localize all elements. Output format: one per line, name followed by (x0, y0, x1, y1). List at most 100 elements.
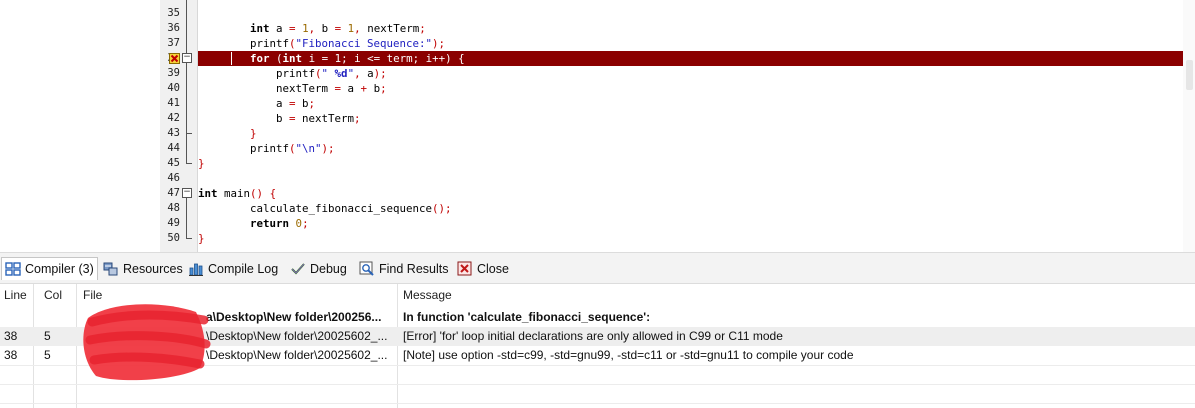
code-token: nextTerm (295, 112, 355, 125)
code-line[interactable]: a = b; (198, 96, 1195, 111)
tab-debug-label: Debug (310, 262, 347, 276)
cell-message: In function 'calculate_fibonacci_sequenc… (403, 310, 651, 324)
line-number: 45 (167, 157, 180, 169)
code-token: } (250, 127, 257, 140)
code-token: printf (198, 142, 290, 155)
code-token: b (295, 97, 309, 110)
tab-resources[interactable]: Resources (100, 258, 186, 280)
column-header-message[interactable]: Message (403, 284, 452, 306)
code-line[interactable]: } (198, 231, 1195, 246)
gutter-row[interactable]: 35 (160, 6, 197, 21)
code-token: { (269, 187, 277, 200)
gutter-row[interactable]: 44 (160, 141, 197, 156)
tab-find-results[interactable]: Find Results (356, 258, 451, 280)
line-number: 41 (167, 97, 180, 109)
tab-compile-log-label: Compile Log (208, 262, 279, 276)
code-line[interactable]: calculate_fibonacci_sequence(); (198, 201, 1195, 216)
code-token: ; (380, 82, 387, 95)
gutter-row[interactable]: 48 (160, 201, 197, 216)
cell-col: 5 (44, 348, 51, 362)
line-number-gutter[interactable]: 35363738394041424344454647484950−− (160, 0, 198, 252)
line-number: 44 (167, 142, 180, 154)
cell-file: \Desktop\New folder\20025602_... (206, 348, 388, 362)
bottom-panel-tabbar: Compiler (3) Resources Compile Log Debug (0, 252, 1195, 284)
code-token: ( (269, 52, 283, 65)
code-line[interactable]: b = nextTerm; (198, 111, 1195, 126)
gutter-row[interactable]: 37 (160, 36, 197, 51)
gutter-row[interactable]: 46 (160, 171, 197, 186)
code-area[interactable]: int a = 1, b = 1, nextTerm; printf("Fibo… (198, 0, 1195, 252)
editor-scrollbar[interactable] (1183, 0, 1195, 252)
code-token: b (315, 22, 335, 35)
gutter-row[interactable]: 41 (160, 96, 197, 111)
compiler-messages-table[interactable]: Line Col File Message a\Desktop\New fold… (0, 284, 1195, 408)
code-line[interactable]: printf(" %d", a); (198, 66, 1195, 81)
code-line[interactable] (198, 171, 1195, 186)
code-token: main (217, 187, 251, 200)
close-icon (457, 261, 472, 276)
cell-line: 38 (4, 329, 18, 343)
table-row[interactable]: 38 5 \Desktop\New folder\20025602_... [N… (0, 346, 1195, 365)
line-number: 50 (167, 232, 180, 244)
code-line[interactable]: nextTerm = a + b; (198, 81, 1195, 96)
cell-message: [Error] 'for' loop initial declarations … (403, 329, 783, 343)
code-token: for (250, 52, 270, 65)
resources-icon (103, 262, 118, 276)
tab-resources-label: Resources (123, 262, 183, 276)
row-divider (0, 384, 1195, 385)
line-number: 49 (167, 217, 180, 229)
tab-close[interactable]: Close (454, 258, 512, 280)
code-token: ); (432, 37, 446, 50)
tab-close-label: Close (477, 262, 509, 276)
code-line[interactable]: int a = 1, b = 1, nextTerm; (198, 21, 1195, 36)
editor-margin (0, 0, 160, 252)
gutter-row[interactable]: 40 (160, 81, 197, 96)
fold-guide-end (186, 133, 192, 134)
code-token: } (198, 232, 205, 245)
cell-file: a\Desktop\New folder\200256... (206, 310, 382, 324)
line-number: 37 (167, 37, 180, 49)
code-token: b (198, 112, 290, 125)
code-line-error[interactable]: for (int i = 1; i <= term; i++) { (198, 51, 1195, 66)
code-token: i = 1; i <= term; i++) { (302, 52, 465, 65)
line-number: 35 (167, 7, 180, 19)
code-token: int (282, 52, 303, 65)
code-token: printf (198, 67, 316, 80)
code-line[interactable] (198, 6, 1195, 21)
row-divider (0, 365, 1195, 366)
tab-find-results-label: Find Results (379, 262, 449, 276)
code-line[interactable]: printf("\n"); (198, 141, 1195, 156)
code-line[interactable]: } (198, 156, 1195, 171)
code-editor[interactable]: 35363738394041424344454647484950−− int a… (0, 0, 1195, 252)
gutter-row[interactable]: 36 (160, 21, 197, 36)
line-number: 36 (167, 22, 180, 34)
code-token: a (198, 97, 290, 110)
gutter-row[interactable]: 42 (160, 111, 197, 126)
code-token: b (367, 82, 381, 95)
tab-debug[interactable]: Debug (287, 258, 350, 280)
code-line[interactable]: printf("Fibonacci Sequence:"); (198, 36, 1195, 51)
table-row[interactable]: a\Desktop\New folder\200256... In functi… (0, 308, 1195, 327)
column-header-line[interactable]: Line (4, 284, 27, 306)
tab-compiler[interactable]: Compiler (3) (1, 257, 98, 280)
code-line[interactable]: return 0; (198, 216, 1195, 231)
fold-toggle-icon[interactable]: − (182, 53, 192, 63)
code-token: "\n" (295, 142, 322, 155)
code-token: a (341, 82, 361, 95)
gutter-row[interactable]: 39 (160, 66, 197, 81)
table-row-selected[interactable]: 38 5 \Desktop\New folder\20025602_... [E… (0, 327, 1195, 346)
fold-toggle-icon[interactable]: − (182, 188, 192, 198)
editor-scrollbar-thumb[interactable] (1186, 60, 1193, 90)
code-line[interactable]: int main() { (198, 186, 1195, 201)
bar-chart-icon (189, 263, 203, 276)
code-line[interactable]: } (198, 126, 1195, 141)
code-token: ; (308, 97, 316, 110)
text-caret (231, 52, 232, 65)
tab-compile-log[interactable]: Compile Log (185, 258, 281, 280)
gutter-row[interactable]: 49 (160, 216, 197, 231)
compiler-grid-icon (5, 262, 21, 276)
column-header-col[interactable]: Col (44, 284, 62, 306)
code-token: ); (321, 142, 335, 155)
column-header-file[interactable]: File (83, 284, 102, 306)
